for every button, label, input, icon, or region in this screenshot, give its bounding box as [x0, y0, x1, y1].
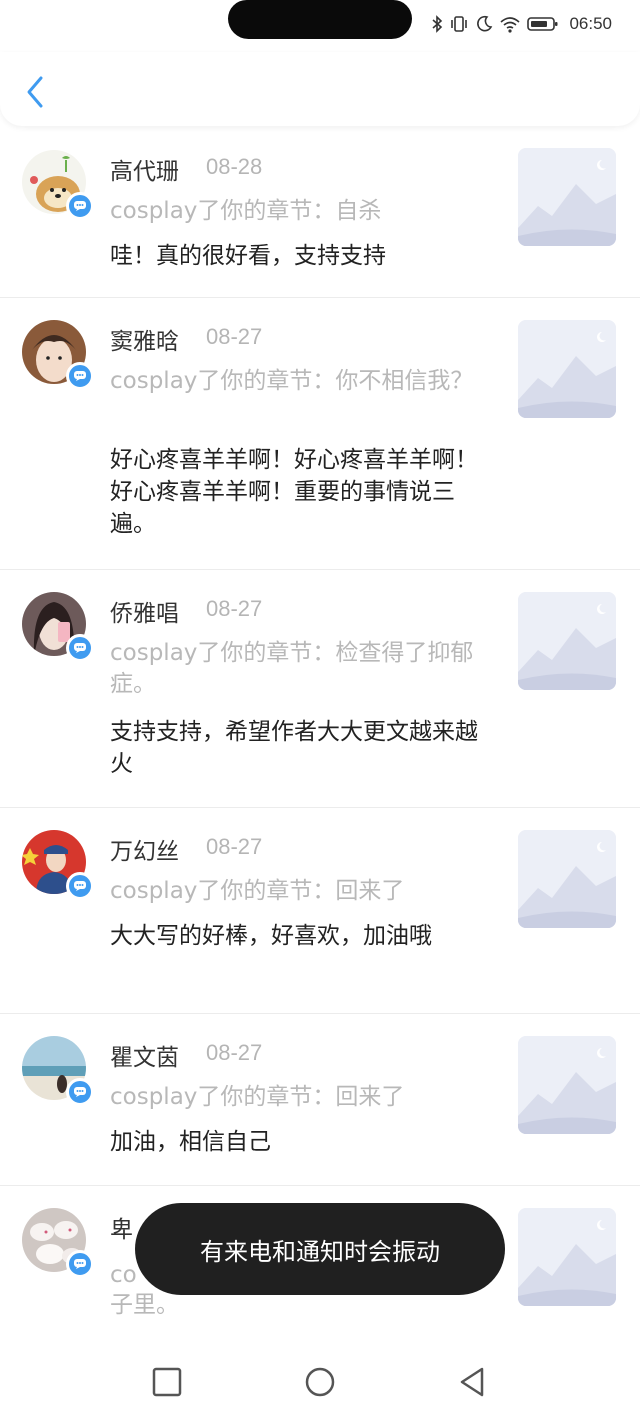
camera-cutout — [228, 0, 412, 39]
comment-text: 好心疼喜羊羊啊！好心疼喜羊羊啊！好心疼喜羊羊啊！重要的事情说三遍。 — [110, 447, 478, 537]
back-nav-button[interactable] — [452, 1362, 492, 1402]
user-name[interactable]: 侨雅唱 — [110, 594, 179, 628]
notification-row[interactable]: 侨雅唱 08-27 cosplay了你的章节：检查得了抑郁症。 支持支持，希望作… — [0, 570, 640, 808]
notification-row[interactable]: 瞿文茵 08-27 cosplay了你的章节：回来了 加油，相信自己 — [0, 1014, 640, 1186]
avatar[interactable] — [22, 320, 94, 390]
notification-action: cosplay了你的章节：你不相信我？ — [110, 368, 474, 394]
image-placeholder-icon — [518, 592, 616, 690]
notification-action: cosplay了你的章节：回来了 — [110, 878, 405, 904]
user-name[interactable]: 高代珊 — [110, 152, 179, 186]
square-icon — [152, 1367, 182, 1397]
wifi-icon — [499, 15, 521, 33]
chapter-thumbnail[interactable] — [518, 148, 616, 246]
image-placeholder-icon — [518, 1208, 616, 1306]
notification-date: 08-27 — [206, 324, 263, 349]
avatar[interactable] — [22, 830, 94, 900]
comment-badge-icon — [66, 362, 94, 390]
user-name[interactable]: 瞿文茵 — [110, 1038, 179, 1072]
comment-text: 加油，相信自己 — [110, 1129, 271, 1155]
comment-text: 哇！真的很好看，支持支持 — [110, 243, 386, 269]
notification-action: cosplay了你的章节：回来了 — [110, 1084, 405, 1110]
moon-icon — [475, 15, 493, 33]
chapter-thumbnail[interactable] — [518, 320, 616, 418]
image-placeholder-icon — [518, 320, 616, 418]
status-bar: 06:50 — [0, 0, 640, 52]
comment-badge-icon — [66, 192, 94, 220]
user-name[interactable]: 万幻丝 — [110, 832, 179, 866]
toast-message: 有来电和通知时会振动 — [135, 1203, 505, 1295]
battery-icon — [527, 15, 559, 33]
comment-badge-icon — [66, 872, 94, 900]
notification-date: 08-28 — [206, 154, 263, 179]
chapter-thumbnail[interactable] — [518, 592, 616, 690]
comment-text: 大大写的好棒，好喜欢，加油哦 — [110, 923, 432, 949]
bluetooth-icon — [431, 15, 443, 33]
notification-date: 08-27 — [206, 1040, 263, 1065]
comment-badge-icon — [66, 1250, 94, 1278]
avatar[interactable] — [22, 1036, 94, 1106]
notification-date: 08-27 — [206, 834, 263, 859]
comment-text: 支持支持，希望作者大大更文越来越火 — [110, 719, 478, 777]
image-placeholder-icon — [518, 830, 616, 928]
navigation-bar — [0, 1340, 640, 1422]
chapter-thumbnail[interactable] — [518, 1208, 616, 1306]
avatar[interactable] — [22, 1208, 94, 1278]
avatar[interactable] — [22, 592, 94, 662]
notification-row[interactable]: 窦雅晗 08-27 cosplay了你的章节：你不相信我？ 好心疼喜羊羊啊！好心… — [0, 298, 640, 570]
notification-list: 高代珊 08-28 cosplay了你的章节：自杀 哇！真的很好看，支持支持 窦… — [0, 128, 640, 1356]
user-name[interactable]: 卑 — [110, 1210, 133, 1244]
header — [0, 52, 640, 126]
triangle-back-icon — [460, 1367, 484, 1397]
chapter-thumbnail[interactable] — [518, 830, 616, 928]
image-placeholder-icon — [518, 1036, 616, 1134]
notification-row[interactable]: 万幻丝 08-27 cosplay了你的章节：回来了 大大写的好棒，好喜欢，加油… — [0, 808, 640, 1014]
notification-action: cosplay了你的章节：检查得了抑郁症。 — [110, 640, 474, 697]
comment-badge-icon — [66, 634, 94, 662]
user-name[interactable]: 窦雅晗 — [110, 322, 179, 356]
comment-badge-icon — [66, 1078, 94, 1106]
notification-action: cosplay了你的章节：自杀 — [110, 198, 382, 224]
chapter-thumbnail[interactable] — [518, 1036, 616, 1134]
image-placeholder-icon — [518, 148, 616, 246]
home-button[interactable] — [300, 1362, 340, 1402]
circle-icon — [305, 1367, 335, 1397]
vibrate-icon — [449, 15, 469, 33]
status-icons: 06:50 — [431, 14, 612, 34]
status-time: 06:50 — [569, 14, 612, 33]
chevron-left-icon — [27, 76, 43, 108]
avatar[interactable] — [22, 150, 94, 220]
back-button[interactable] — [18, 72, 52, 112]
recent-apps-button[interactable] — [147, 1362, 187, 1402]
notification-row[interactable]: 高代珊 08-28 cosplay了你的章节：自杀 哇！真的很好看，支持支持 — [0, 128, 640, 298]
notification-date: 08-27 — [206, 596, 263, 621]
